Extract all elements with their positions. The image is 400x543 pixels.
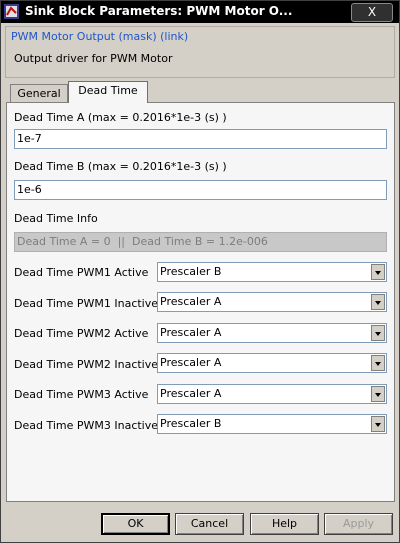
chevron-down-icon[interactable]	[371, 416, 385, 432]
ok-button[interactable]: OK	[101, 513, 170, 535]
dead-time-a-input[interactable]: 1e-7	[14, 129, 387, 149]
pwm2-active-select[interactable]: Prescaler A	[157, 323, 387, 343]
pwm1-active-label: Dead Time PWM1 Active	[14, 266, 149, 279]
pwm1-inactive-label: Dead Time PWM1 Inactive	[14, 297, 159, 310]
pwm2-active-label: Dead Time PWM2 Active	[14, 327, 149, 340]
simulink-app-icon	[4, 4, 19, 19]
apply-button[interactable]: Apply	[324, 513, 393, 535]
dead-time-a-label: Dead Time A (max = 0.2016*1e-3 (s) )	[14, 111, 227, 124]
dead-time-b-label: Dead Time B (max = 0.2016*1e-3 (s) )	[14, 160, 227, 173]
dialog-window: Sink Block Parameters: PWM Motor O... X …	[0, 0, 400, 543]
select-value: Prescaler A	[160, 295, 222, 308]
close-button[interactable]: X	[351, 3, 393, 22]
cancel-button[interactable]: Cancel	[175, 513, 244, 535]
select-value: Prescaler B	[160, 417, 222, 430]
pwm3-active-select[interactable]: Prescaler A	[157, 384, 387, 404]
title-bar[interactable]: Sink Block Parameters: PWM Motor O... X	[1, 1, 399, 23]
select-value: Prescaler A	[160, 356, 222, 369]
tab-dead-time[interactable]: Dead Time	[68, 81, 148, 103]
pwm3-inactive-select[interactable]: Prescaler B	[157, 414, 387, 434]
select-value: Prescaler A	[160, 387, 222, 400]
mask-description: Output driver for PWM Motor	[14, 52, 173, 65]
chevron-down-icon[interactable]	[371, 264, 385, 280]
dead-time-b-input[interactable]: 1e-6	[14, 180, 387, 200]
pwm3-inactive-label: Dead Time PWM3 Inactive	[14, 419, 159, 432]
pwm1-active-select[interactable]: Prescaler B	[157, 262, 387, 282]
pwm2-inactive-label: Dead Time PWM2 Inactive	[14, 358, 159, 371]
help-button[interactable]: Help	[250, 513, 319, 535]
select-value: Prescaler A	[160, 326, 222, 339]
chevron-down-icon[interactable]	[371, 294, 385, 310]
window-title: Sink Block Parameters: PWM Motor O...	[25, 4, 293, 18]
dead-time-info-label: Dead Time Info	[14, 212, 98, 225]
select-value: Prescaler B	[160, 265, 222, 278]
pwm1-inactive-select[interactable]: Prescaler A	[157, 292, 387, 312]
dead-time-info-field: Dead Time A = 0 || Dead Time B = 1.2e-00…	[14, 232, 387, 252]
mask-title-link[interactable]: PWM Motor Output (mask) (link)	[11, 30, 189, 43]
tab-general[interactable]: General	[10, 84, 68, 102]
chevron-down-icon[interactable]	[371, 386, 385, 402]
pwm2-inactive-select[interactable]: Prescaler A	[157, 353, 387, 373]
chevron-down-icon[interactable]	[371, 325, 385, 341]
chevron-down-icon[interactable]	[371, 355, 385, 371]
pwm3-active-label: Dead Time PWM3 Active	[14, 388, 149, 401]
